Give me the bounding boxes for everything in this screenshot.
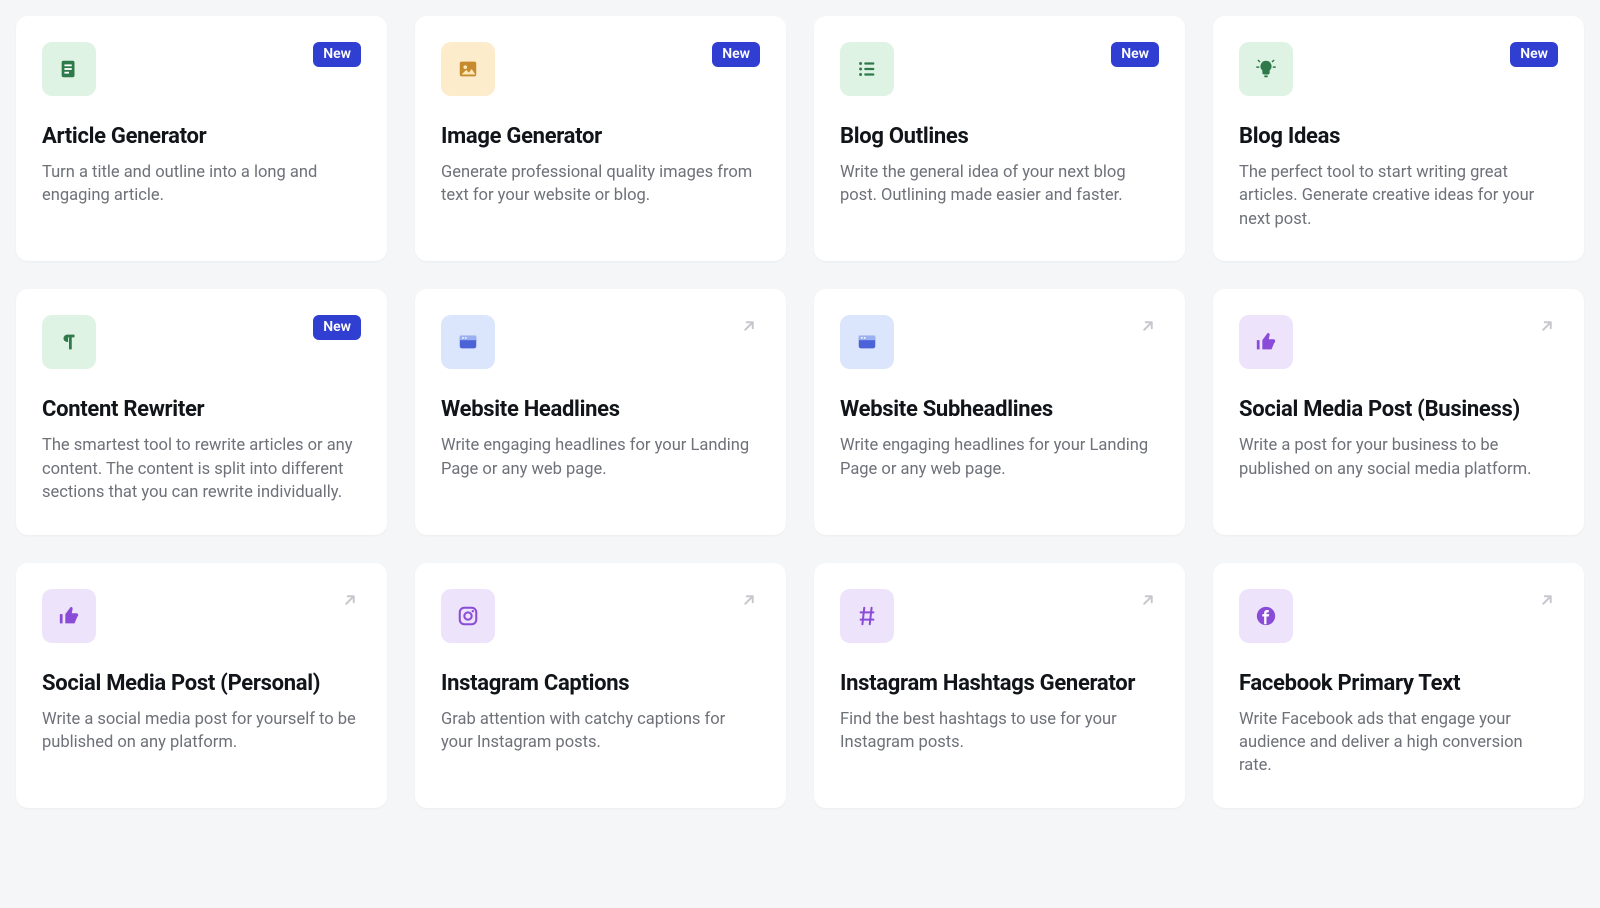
list-icon-box	[840, 42, 894, 96]
tool-card-grid: New Article Generator Turn a title and out…	[16, 16, 1584, 808]
card-head: New	[840, 42, 1159, 96]
tool-card[interactable]: Facebook Primary Text Write Facebook ads …	[1213, 563, 1584, 808]
external-link-icon	[738, 315, 760, 337]
external-link-icon	[1137, 589, 1159, 611]
tool-card[interactable]: New Content Rewriter The smartest tool to …	[16, 289, 387, 534]
external-link-icon	[740, 591, 758, 609]
card-head	[1239, 315, 1558, 369]
card-description: Grab attention with catchy captions for …	[441, 708, 760, 755]
card-title: Social Media Post (Personal)	[42, 671, 361, 696]
new-badge: New	[313, 315, 361, 340]
image-icon-box	[441, 42, 495, 96]
thumbsup-icon	[58, 605, 80, 627]
paragraph-icon	[58, 331, 80, 353]
image-icon	[457, 58, 479, 80]
lightbulb-icon-box	[1239, 42, 1293, 96]
card-title: Instagram Captions	[441, 671, 760, 696]
browser-icon-box	[840, 315, 894, 369]
tool-card[interactable]: Website Subheadlines Write engaging headl…	[814, 289, 1185, 534]
external-link-icon	[1139, 317, 1157, 335]
tool-card[interactable]: Instagram Captions Grab attention with ca…	[415, 563, 786, 808]
card-description: Write Facebook ads that engage your audi…	[1239, 708, 1558, 778]
tool-card[interactable]: New Blog Ideas The perfect tool to start w…	[1213, 16, 1584, 261]
card-description: The perfect tool to start writing great …	[1239, 161, 1558, 231]
new-badge: New	[1111, 42, 1159, 67]
hashtag-icon	[856, 605, 878, 627]
card-head: New	[42, 42, 361, 96]
tool-card[interactable]: Social Media Post (Business) Write a post…	[1213, 289, 1584, 534]
card-head	[441, 315, 760, 369]
document-icon	[58, 58, 80, 80]
card-title: Social Media Post (Business)	[1239, 397, 1558, 422]
tool-card[interactable]: New Article Generator Turn a title and out…	[16, 16, 387, 261]
card-title: Website Headlines	[441, 397, 760, 422]
tool-card[interactable]: New Image Generator Generate professional …	[415, 16, 786, 261]
card-head	[441, 589, 760, 643]
browser-icon	[856, 331, 878, 353]
browser-icon-box	[441, 315, 495, 369]
hashtag-icon-box	[840, 589, 894, 643]
card-title: Content Rewriter	[42, 397, 361, 422]
card-description: The smartest tool to rewrite articles or…	[42, 434, 361, 504]
card-head	[1239, 589, 1558, 643]
paragraph-icon-box	[42, 315, 96, 369]
external-link-icon	[738, 589, 760, 611]
card-title: Facebook Primary Text	[1239, 671, 1558, 696]
external-link-icon	[1137, 315, 1159, 337]
external-link-icon	[740, 317, 758, 335]
facebook-icon	[1255, 605, 1277, 627]
facebook-icon-box	[1239, 589, 1293, 643]
instagram-icon	[457, 605, 479, 627]
thumbsup-icon	[1255, 331, 1277, 353]
thumbsup-icon-box	[42, 589, 96, 643]
card-description: Write engaging headlines for your Landin…	[441, 434, 760, 481]
external-link-icon	[1538, 317, 1556, 335]
card-title: Blog Ideas	[1239, 124, 1558, 149]
document-icon-box	[42, 42, 96, 96]
external-link-icon	[1538, 591, 1556, 609]
card-head: New	[42, 315, 361, 369]
card-head: New	[441, 42, 760, 96]
tool-card[interactable]: New Blog Outlines Write the general idea o…	[814, 16, 1185, 261]
thumbsup-icon-box	[1239, 315, 1293, 369]
tool-card[interactable]: Social Media Post (Personal) Write a soci…	[16, 563, 387, 808]
card-title: Website Subheadlines	[840, 397, 1159, 422]
card-description: Turn a title and outline into a long and…	[42, 161, 361, 208]
card-description: Write engaging headlines for your Landin…	[840, 434, 1159, 481]
browser-icon	[457, 331, 479, 353]
card-description: Write a social media post for yourself t…	[42, 708, 361, 755]
instagram-icon-box	[441, 589, 495, 643]
new-badge: New	[313, 42, 361, 67]
card-description: Generate professional quality images fro…	[441, 161, 760, 208]
card-head	[840, 315, 1159, 369]
card-description: Write the general idea of your next blog…	[840, 161, 1159, 208]
card-head	[840, 589, 1159, 643]
card-head	[42, 589, 361, 643]
card-description: Write a post for your business to be pub…	[1239, 434, 1558, 481]
external-link-icon	[1139, 591, 1157, 609]
tool-card[interactable]: Instagram Hashtags Generator Find the bes…	[814, 563, 1185, 808]
external-link-icon	[1536, 315, 1558, 337]
external-link-icon	[341, 591, 359, 609]
list-icon	[856, 58, 878, 80]
card-title: Article Generator	[42, 124, 361, 149]
new-badge: New	[712, 42, 760, 67]
external-link-icon	[1536, 589, 1558, 611]
card-title: Instagram Hashtags Generator	[840, 671, 1159, 696]
tool-card[interactable]: Website Headlines Write engaging headline…	[415, 289, 786, 534]
card-title: Blog Outlines	[840, 124, 1159, 149]
external-link-icon	[339, 589, 361, 611]
card-title: Image Generator	[441, 124, 760, 149]
new-badge: New	[1510, 42, 1558, 67]
card-head: New	[1239, 42, 1558, 96]
lightbulb-icon	[1255, 58, 1277, 80]
card-description: Find the best hashtags to use for your I…	[840, 708, 1159, 755]
